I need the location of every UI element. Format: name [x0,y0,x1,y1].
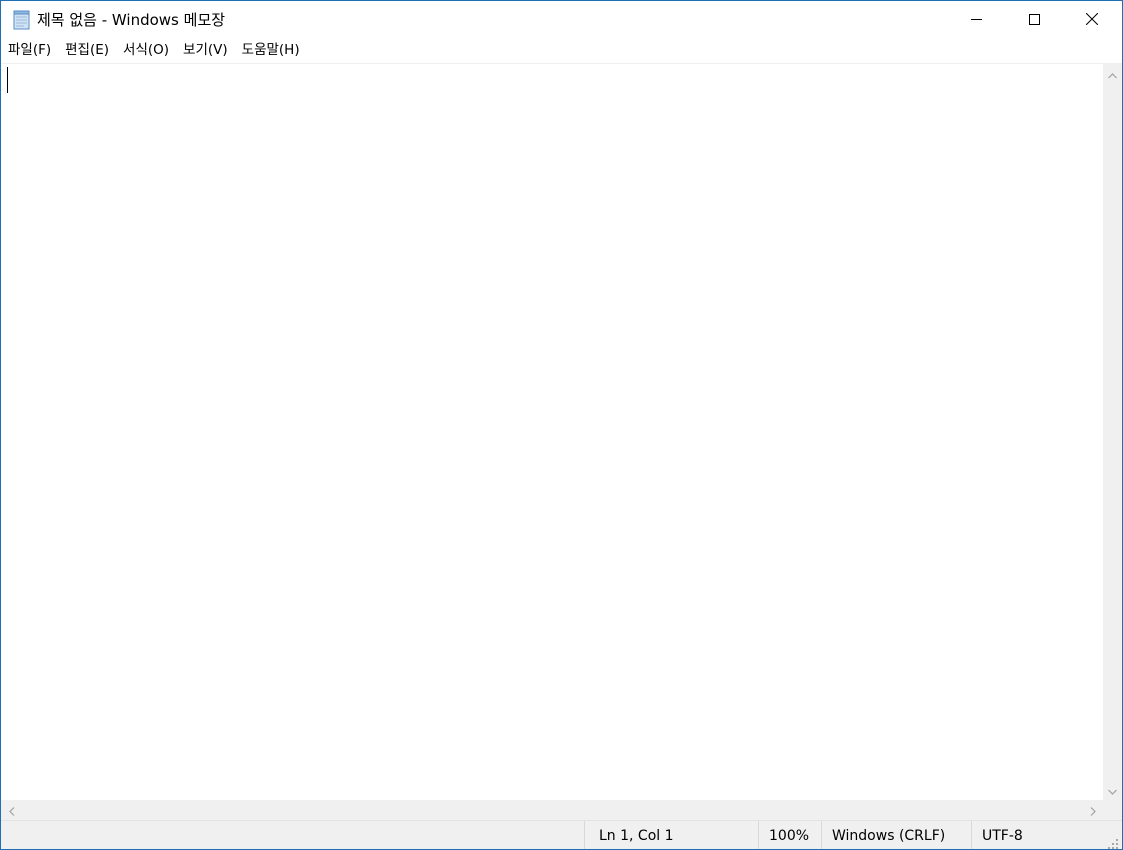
chevron-right-icon [1090,801,1096,820]
menu-help[interactable]: 도움말(H) [235,38,307,63]
resize-grip-icon[interactable] [1107,835,1119,849]
vertical-scrollbar[interactable] [1103,63,1122,800]
status-zoom: 100% [758,821,822,849]
status-encoding: UTF-8 [971,821,1103,849]
status-line-ending: Windows (CRLF) [821,821,972,849]
scroll-right-button[interactable] [1082,800,1103,820]
close-button[interactable] [1063,1,1121,38]
maximize-icon [1028,10,1040,29]
maximize-button[interactable] [1005,1,1063,38]
scroll-down-button[interactable] [1103,779,1122,800]
menu-view[interactable]: 보기(V) [176,38,235,63]
status-cursor-position: Ln 1, Col 1 [584,821,759,849]
horizontal-scrollbar[interactable] [1,800,1103,820]
menu-edit[interactable]: 편집(E) [58,38,116,63]
minimize-icon [970,10,982,29]
chevron-up-icon [1108,64,1117,83]
menu-bar: 파일(F) 편집(E) 서식(O) 보기(V) 도움말(H) [1,38,1122,63]
chevron-left-icon [8,801,15,820]
title-bar[interactable]: 제목 없음 - Windows 메모장 [1,1,1122,38]
minimize-button[interactable] [947,1,1005,38]
scrollbar-corner [1103,800,1122,820]
notepad-icon[interactable] [12,10,32,30]
notepad-window: 제목 없음 - Windows 메모장 파일(F) 편집(E) 서식(O) 보기… [0,0,1123,850]
menu-format[interactable]: 서식(O) [116,38,176,63]
scroll-up-button[interactable] [1103,63,1122,84]
status-bar: Ln 1, Col 1 100% Windows (CRLF) UTF-8 [1,820,1122,849]
chevron-down-icon [1108,780,1117,799]
scroll-left-button[interactable] [1,800,22,820]
menu-file[interactable]: 파일(F) [1,38,58,63]
window-title: 제목 없음 - Windows 메모장 [37,11,226,29]
close-icon [1085,10,1099,29]
text-editor[interactable] [1,63,1103,800]
text-caret [7,67,8,93]
